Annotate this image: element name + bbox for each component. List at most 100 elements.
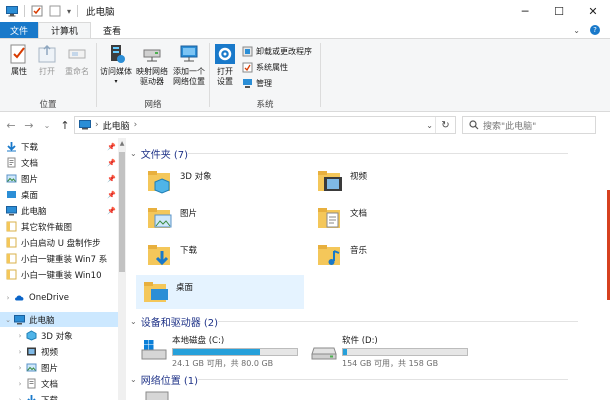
pictures-folder-icon [148, 208, 172, 228]
pin-icon[interactable]: 📌 [107, 143, 116, 151]
scrollbar-thumb[interactable] [119, 152, 125, 272]
pin-icon[interactable]: 📌 [107, 175, 116, 183]
ribbon-tools: ⌄ ? [573, 22, 610, 38]
drive-usage-fill [343, 349, 347, 355]
help-icon[interactable]: ? [590, 25, 600, 35]
nav-item-pictures-pc[interactable]: › 图片 [16, 360, 118, 375]
open-button[interactable]: 打开 [34, 43, 60, 77]
window-title: 此电脑 [86, 7, 115, 18]
tab-file[interactable]: 文件 [0, 22, 39, 38]
folder-downloads[interactable]: 下载 [140, 238, 310, 272]
address-bar[interactable]: › 此电脑 › ⌄ ↻ [74, 116, 456, 134]
chevron-right-icon[interactable]: › [4, 294, 12, 302]
nav-item-downloads[interactable]: 下载 📌 [6, 139, 118, 154]
media-server-icon [111, 45, 125, 63]
add-network-location-button[interactable]: 添加一个 网络位置 [171, 43, 207, 87]
uninstall-program-button[interactable]: 卸载或更改程序 [242, 45, 312, 57]
close-button[interactable]: ✕ [576, 0, 610, 22]
map-network-drive-button[interactable]: 映射网络 驱动器 [135, 43, 169, 87]
document-icon [27, 378, 36, 389]
new-folder-icon[interactable] [49, 5, 61, 17]
open-settings-button[interactable]: 打开 设置 [212, 43, 238, 87]
folder-3d-objects[interactable]: 3D 对象 [140, 164, 310, 198]
nav-pane-scrollbar[interactable]: ▲ [118, 138, 126, 400]
nav-item-downloads-pc[interactable]: › 下载 [16, 392, 118, 400]
divider [320, 43, 321, 107]
back-arrow-icon[interactable]: ← [4, 119, 18, 132]
nav-item-this-pc-quick[interactable]: 此电脑 📌 [6, 203, 118, 218]
hard-drive-icon [311, 347, 337, 360]
folder-music[interactable]: 音乐 [310, 238, 480, 272]
nav-item-videos[interactable]: › 视频 [16, 344, 118, 359]
pin-icon[interactable]: 📌 [107, 207, 116, 215]
pin-icon[interactable]: 📌 [107, 191, 116, 199]
divider [188, 153, 569, 154]
rename-button[interactable]: 重命名 [62, 43, 92, 77]
maximize-button[interactable]: ☐ [542, 0, 576, 22]
properties-check-icon[interactable] [31, 5, 43, 17]
breadcrumb[interactable]: 此电脑 [103, 119, 130, 132]
nav-item-folder[interactable]: 小白启动 U 盘制作步 [6, 235, 118, 250]
documents-folder-icon [318, 208, 340, 228]
folder-icon [6, 269, 17, 280]
folder-videos[interactable]: 视频 [310, 164, 480, 198]
scroll-up-icon[interactable]: ▲ [118, 140, 126, 148]
title-bar: ▾ 此电脑 ─ ☐ ✕ [0, 0, 610, 22]
drive-d[interactable]: 软件 (D:) 154 GB 可用，共 158 GB [310, 332, 468, 368]
nav-item-documents-pc[interactable]: › 文档 [16, 376, 118, 391]
search-icon [469, 120, 479, 130]
location-group-label: 位置 [39, 100, 57, 110]
chevron-down-icon[interactable]: ⌄ [40, 121, 54, 130]
drive-c[interactable]: 本地磁盘 (C:) 24.1 GB 可用，共 80.0 GB [140, 332, 298, 368]
chevron-down-icon[interactable]: ▾ [67, 7, 71, 16]
drive-usage-bar [342, 348, 468, 356]
drive-usage-bar [172, 348, 298, 356]
nav-item-onedrive[interactable]: › OneDrive [4, 290, 118, 305]
nav-item-pictures[interactable]: 图片 📌 [6, 171, 118, 186]
chevron-right-icon[interactable]: › [16, 364, 24, 372]
minimize-button[interactable]: ─ [508, 0, 542, 22]
search-box[interactable]: 搜索"此电脑" [462, 116, 596, 134]
pictures-icon [26, 363, 37, 372]
uninstall-icon [242, 46, 253, 56]
chevron-down-icon[interactable]: ⌄ [426, 117, 433, 133]
access-media-button[interactable]: 访问媒体 ▾ [99, 43, 133, 87]
system-properties-button[interactable]: 系统属性 [242, 61, 288, 73]
nav-item-this-pc[interactable]: ⌄ 此电脑 [0, 312, 118, 327]
up-arrow-icon[interactable]: ↑ [58, 119, 72, 132]
navigation-pane: 下载 📌 文档 📌 图片 📌 桌面 📌 此电脑 📌 其它软件截图 小白启动 U … [0, 138, 118, 400]
forward-arrow-icon[interactable]: → [22, 119, 36, 132]
drives-section-header[interactable]: ⌄ 设备和驱动器 (2) [130, 314, 579, 329]
properties-button[interactable]: 属性 [6, 43, 32, 77]
refresh-button[interactable]: ↻ [435, 117, 455, 133]
nav-item-desktop[interactable]: 桌面 📌 [6, 187, 118, 202]
tab-view[interactable]: 查看 [91, 22, 133, 38]
nav-item-folder[interactable]: 其它软件截图 [6, 219, 118, 234]
manage-button[interactable]: 管理 [242, 77, 272, 89]
nav-item-folder[interactable]: 小白一键重装 Win7 系 [6, 251, 118, 266]
chevron-down-icon[interactable]: ⌄ [4, 316, 12, 324]
chevron-down-icon[interactable]: ⌄ [573, 26, 580, 35]
breadcrumb-separator[interactable]: › [134, 120, 138, 130]
folder-pictures[interactable]: 图片 [140, 201, 310, 235]
nav-item-documents[interactable]: 文档 📌 [6, 155, 118, 170]
chevron-right-icon[interactable]: › [16, 380, 24, 388]
document-icon [7, 157, 16, 168]
desktop-icon [7, 191, 16, 198]
pin-icon[interactable]: 📌 [107, 159, 116, 167]
tab-computer[interactable]: 计算机 [38, 22, 92, 38]
chevron-right-icon[interactable]: › [16, 396, 24, 400]
folder-desktop[interactable]: 桌面 [136, 275, 304, 309]
chevron-right-icon[interactable]: › [16, 332, 24, 340]
folders-section-header[interactable]: ⌄ 文件夹 (7) [130, 146, 569, 161]
nav-item-folder[interactable]: 小白一键重装 Win10 [6, 267, 118, 282]
breadcrumb-separator: › [95, 120, 99, 130]
video-icon [27, 347, 36, 356]
chevron-right-icon[interactable]: › [16, 348, 24, 356]
network-section-header[interactable]: ⌄ 网络位置 (1) [130, 372, 569, 387]
network-location-item[interactable] [144, 390, 170, 400]
folder-documents[interactable]: 文档 [310, 201, 480, 235]
ribbon-tabs: 文件 计算机 查看 ⌄ ? [0, 22, 610, 38]
network-group: 访问媒体 ▾ 映射网络 驱动器 添加一个 网络位置 网络 [97, 39, 209, 113]
nav-item-3d-objects[interactable]: › 3D 对象 [16, 328, 118, 343]
